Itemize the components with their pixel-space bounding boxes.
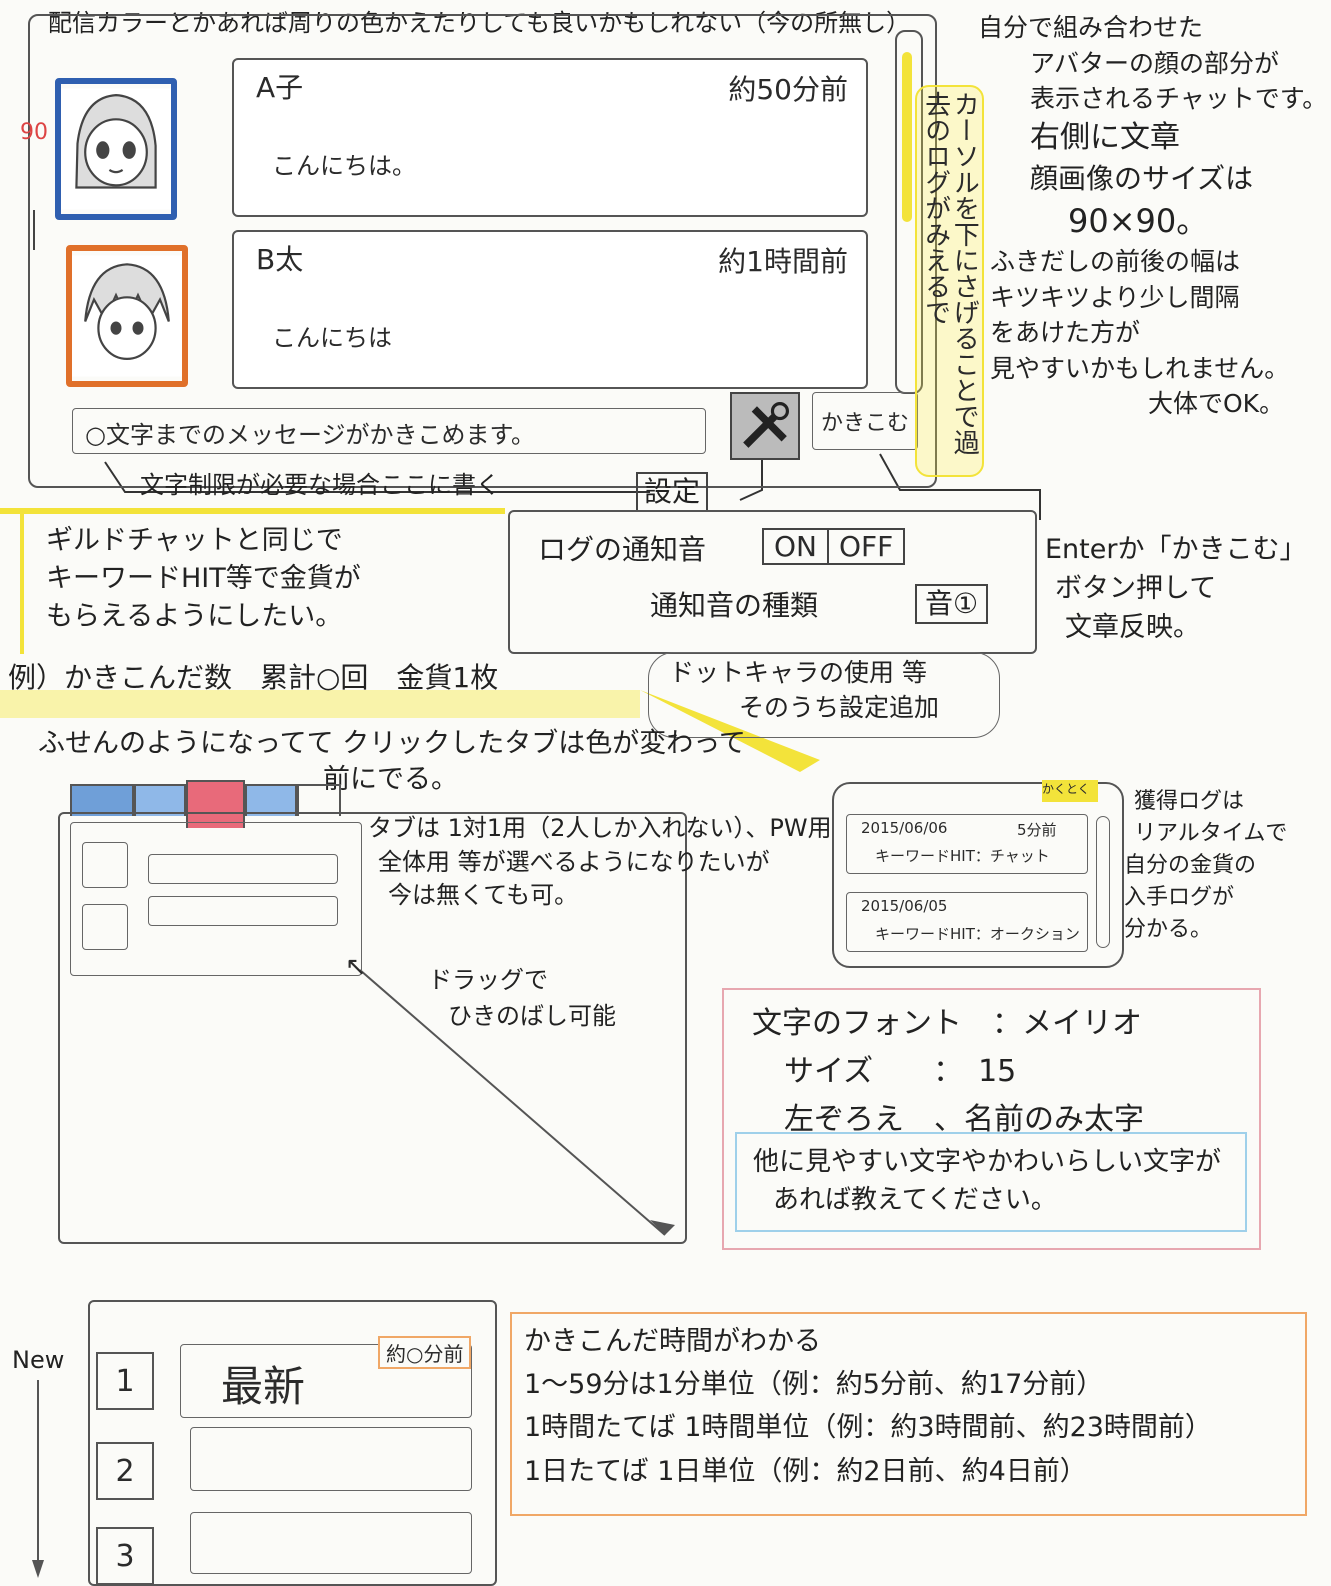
avatar-face-icon xyxy=(61,88,171,210)
scroll-thumb[interactable] xyxy=(902,52,912,222)
list-number: 3 xyxy=(96,1527,154,1585)
sound-select[interactable]: 音① xyxy=(915,584,989,625)
tabs-desc: タブは 1対1用（2人しか入れない）、PW用 全体用 等が選べるようになりたいが… xyxy=(368,814,832,910)
log-note: 獲得ログは リアルタイムで 自分の金貨の 入手ログが 分かる。 xyxy=(1124,789,1288,942)
bubble-slot xyxy=(148,854,338,884)
sound-type-label: 通知音の種類 xyxy=(650,589,819,622)
cursor-icon: ↖ xyxy=(345,952,367,982)
guild-note: ギルドチャットと同じで キーワードHIT等で金貨が もらえるようにしたい。 xyxy=(20,514,502,654)
bubble-slot xyxy=(148,896,338,926)
on-toggle[interactable]: ON xyxy=(762,528,829,565)
message-text: こんにちは xyxy=(272,324,392,352)
avatar-slot xyxy=(82,842,128,888)
right-notes: 自分で組み合わせた アバターの顔の部分が 表示されるチャットです。 右側に文章 … xyxy=(978,13,1328,419)
log-sound-label: ログの通知音 xyxy=(538,533,707,566)
latest-time: 約○分前 xyxy=(378,1336,472,1369)
log-sound-toggle: ON OFF xyxy=(762,528,906,565)
char-limit-note: 文字制限が必要な場合ここに書く xyxy=(140,471,500,499)
log-window: かくとく 2015/06/06 5分前 キーワードHIT：チャット 2015/0… xyxy=(832,780,1124,968)
chat-message: B太 約1時間前 こんにちは xyxy=(232,230,868,389)
list-number: 2 xyxy=(96,1442,154,1500)
log-entry: 2015/06/06 5分前 キーワードHIT：チャット xyxy=(846,814,1088,874)
log-tab[interactable]: かくとく xyxy=(1042,780,1098,802)
scroll-note: カーソルを下にさげることで過去のログがみえるで xyxy=(915,85,985,477)
timestamp: 約50分前 xyxy=(728,73,848,106)
off-toggle[interactable]: OFF xyxy=(828,528,906,565)
input-placeholder: ○文字までのメッセージがかきこめます。 xyxy=(85,421,536,449)
message-text: こんにちは。 xyxy=(272,152,416,180)
settings-label: 設定 xyxy=(636,472,709,513)
log-entry: 2015/06/05 キーワードHIT：オークション xyxy=(846,892,1088,952)
list-number: 1 xyxy=(96,1352,154,1410)
write-button[interactable]: かきこむ xyxy=(812,392,918,450)
settings-panel: ログの通知音 ON OFF 通知音の種類 音① xyxy=(508,510,1037,654)
message-input[interactable]: ○文字までのメッセージがかきこめます。 xyxy=(72,408,706,454)
settings-button[interactable] xyxy=(730,392,800,460)
chat-message: A子 約50分前 こんにちは。 xyxy=(232,58,868,217)
sender-name: B太 xyxy=(256,243,304,276)
sender-name: A子 xyxy=(256,71,304,104)
list-window: 1 2 3 最新 約○分前 xyxy=(88,1300,497,1586)
log-scrollbar[interactable] xyxy=(1096,816,1110,948)
enter-note: Enterか「かきこむ」 ボタン押して 文章反映。 xyxy=(1045,534,1307,644)
timestamp: 約1時間前 xyxy=(718,245,848,278)
list-bubble xyxy=(190,1427,472,1491)
list-bubble xyxy=(190,1512,472,1574)
new-label: New xyxy=(12,1346,65,1374)
wrench-icon xyxy=(743,402,789,448)
font-line: 文字のフォント ：メイリオ xyxy=(752,1006,1142,1041)
drag-note: ドラッグで ひきのばし可能 xyxy=(428,966,616,1030)
guild-example: 例）かきこんだ数 累計○回 金貨1枚 xyxy=(8,661,499,694)
avatar-a xyxy=(55,78,177,220)
avatar-face-icon xyxy=(72,255,182,377)
latest-text: 最新 xyxy=(221,1362,306,1411)
avatar-size-label: 90 xyxy=(20,120,48,145)
avatar-slot xyxy=(82,904,128,950)
font-request-note: 他に見やすい文字やかわいらしい文字が あれば教えてください。 xyxy=(735,1132,1247,1232)
avatar-b xyxy=(66,245,188,387)
size-line: サイズ ： 15 xyxy=(784,1054,1017,1089)
time-rules-note: かきこんだ時間がわかる 1〜59分は1分単位（例：約5分前、約17分前） 1時間… xyxy=(510,1312,1307,1516)
